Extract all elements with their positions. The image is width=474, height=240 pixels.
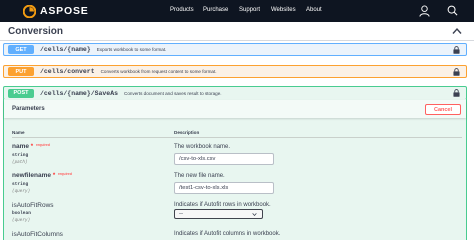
chevron-up-icon[interactable] <box>452 27 462 35</box>
column-header-name: Name <box>12 130 25 135</box>
required-label: required <box>35 143 50 147</box>
param-name: isAutoFitColumns <box>12 231 63 238</box>
section-title: Conversion <box>8 26 64 37</box>
method-badge-post: POST <box>8 88 34 98</box>
cancel-button[interactable]: Cancel <box>425 104 461 115</box>
lock-icon[interactable] <box>453 89 460 97</box>
operation-summary: Converts workbook from request content t… <box>100 69 217 74</box>
param-newfilename-label: newfilename * required <box>12 172 72 179</box>
param-type: boolean <box>12 211 31 216</box>
param-name: isAutoFitRows <box>12 202 54 209</box>
top-nav-bar: ASPOSE Products Purchase Support Website… <box>0 0 474 22</box>
isautofitrows-select[interactable]: -- <box>174 209 263 219</box>
param-location: (query) <box>12 218 31 223</box>
nav-purchase[interactable]: Purchase <box>203 7 228 13</box>
param-type: string <box>12 182 29 187</box>
param-description: The new file name. <box>174 173 225 179</box>
param-location: (path) <box>12 160 28 165</box>
param-description: Indicates if Autofit rows in workbook. <box>174 202 271 208</box>
nav-about[interactable]: About <box>306 7 322 13</box>
operation-path: /cells/{name}/SaveAs <box>40 89 119 97</box>
aspose-logo[interactable]: ASPOSE <box>23 0 89 22</box>
nav-websites[interactable]: Websites <box>271 7 296 13</box>
search-icon[interactable] <box>447 5 458 16</box>
operation-get-cells-name[interactable]: GET /cells/{name} Exports workbook to so… <box>3 43 467 56</box>
select-value: -- <box>179 211 183 217</box>
param-name: newfilename <box>12 172 52 179</box>
param-type: string <box>12 153 29 158</box>
operation-path: /cells/{name} <box>40 46 91 53</box>
param-description: Indicates if Autofit columns in workbook… <box>174 231 281 237</box>
user-icon[interactable] <box>419 5 430 17</box>
param-name-label: name * required <box>12 143 50 150</box>
section-header-conversion[interactable]: Conversion <box>0 22 474 41</box>
method-badge-get: GET <box>8 45 34 54</box>
param-location: (query) <box>12 189 31 194</box>
operation-put-cells-convert[interactable]: PUT /cells/convert Converts workbook fro… <box>3 65 467 78</box>
required-star: * <box>52 173 56 179</box>
parameters-title: Parameters <box>12 106 45 112</box>
operation-summary: Exports workbook to some format. <box>96 47 167 52</box>
operation-summary: Converts document and saves result to st… <box>124 90 222 96</box>
nav-support[interactable]: Support <box>239 7 260 13</box>
nav-products[interactable]: Products <box>170 7 194 13</box>
aspose-logo-icon <box>23 4 36 18</box>
param-name: name <box>12 143 29 150</box>
newfilename-input[interactable]: /test1-csv-to-xls.xls <box>174 182 274 194</box>
header-divider <box>12 137 462 138</box>
operation-body-post: Parameters Cancel Name Description name … <box>3 99 467 240</box>
name-input[interactable]: /csv-to-xls.csv <box>174 153 274 165</box>
param-isautofitcolumns-label: isAutoFitColumns <box>12 231 63 238</box>
param-isautofitrows-label: isAutoFitRows <box>12 202 54 209</box>
column-header-description: Description <box>174 130 200 135</box>
operation-path: /cells/convert <box>40 68 95 75</box>
param-description: The workbook name. <box>174 144 231 150</box>
required-label: required <box>57 172 72 176</box>
method-badge-put: PUT <box>8 67 34 76</box>
chevron-down-icon <box>252 213 257 216</box>
lock-icon[interactable] <box>453 68 460 76</box>
logo-text: ASPOSE <box>40 5 89 17</box>
required-star: * <box>30 144 34 150</box>
lock-icon[interactable] <box>453 46 460 54</box>
parameters-header: Parameters Cancel <box>4 100 466 118</box>
operation-post-cells-saveas[interactable]: POST /cells/{name}/SaveAs Converts docum… <box>3 86 467 100</box>
